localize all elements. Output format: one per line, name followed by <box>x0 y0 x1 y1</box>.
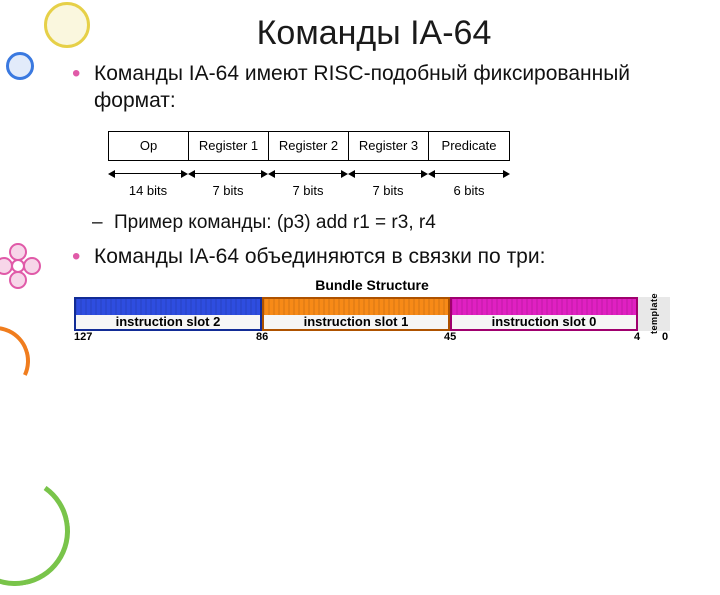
arrow-icon <box>348 169 428 179</box>
bundle-bit-86: 86 <box>256 331 268 343</box>
example-command: Пример команды: (p3) add r1 = r3, r4 <box>70 212 678 234</box>
arrow-icon <box>428 169 510 179</box>
bundle-slot-1: instruction slot 1 <box>262 297 450 331</box>
arrow-icon <box>188 169 268 179</box>
bundle-bit-4: 4 <box>634 331 640 343</box>
bundle-template: template <box>638 297 670 331</box>
fmt-bits-op: 14 bits <box>108 183 188 198</box>
bundle-bit-127: 127 <box>74 331 92 343</box>
arrow-icon <box>268 169 348 179</box>
fmt-bits-register2: 7 bits <box>268 183 348 198</box>
deco-green-swirl <box>0 467 79 594</box>
bundle-slot-2-label: instruction slot 2 <box>76 315 260 329</box>
fmt-cell-register1: Register 1 <box>188 132 268 160</box>
bundle-template-label: template <box>649 293 659 334</box>
slide-title: Команды IA-64 <box>70 14 678 53</box>
instruction-format-figure: Op Register 1 Register 2 Register 3 Pred… <box>108 131 678 198</box>
fmt-cell-register3: Register 3 <box>348 132 428 160</box>
fmt-cell-predicate: Predicate <box>428 132 510 160</box>
bundle-structure-figure: Bundle Structure instruction slot 2 inst… <box>74 277 670 331</box>
bundle-bit-45: 45 <box>444 331 456 343</box>
bundle-bit-0: 0 <box>662 331 668 343</box>
bullet-bundles: Команды IA-64 объединяются в связки по т… <box>70 244 678 271</box>
bundle-title: Bundle Structure <box>74 277 670 293</box>
bundle-slot-1-label: instruction slot 1 <box>264 315 448 329</box>
bundle-slot-2: instruction slot 2 <box>74 297 262 331</box>
arrow-icon <box>108 169 188 179</box>
bundle-slot-0-label: instruction slot 0 <box>452 315 636 329</box>
fmt-cell-op: Op <box>108 132 188 160</box>
fmt-bits-register1: 7 bits <box>188 183 268 198</box>
bullet-risc-format: Команды IA-64 имеют RISC-подобный фиксир… <box>70 61 678 115</box>
bundle-slot-0: instruction slot 0 <box>450 297 638 331</box>
fmt-bits-predicate: 6 bits <box>428 183 510 198</box>
fmt-cell-register2: Register 2 <box>268 132 348 160</box>
fmt-bits-register3: 7 bits <box>348 183 428 198</box>
